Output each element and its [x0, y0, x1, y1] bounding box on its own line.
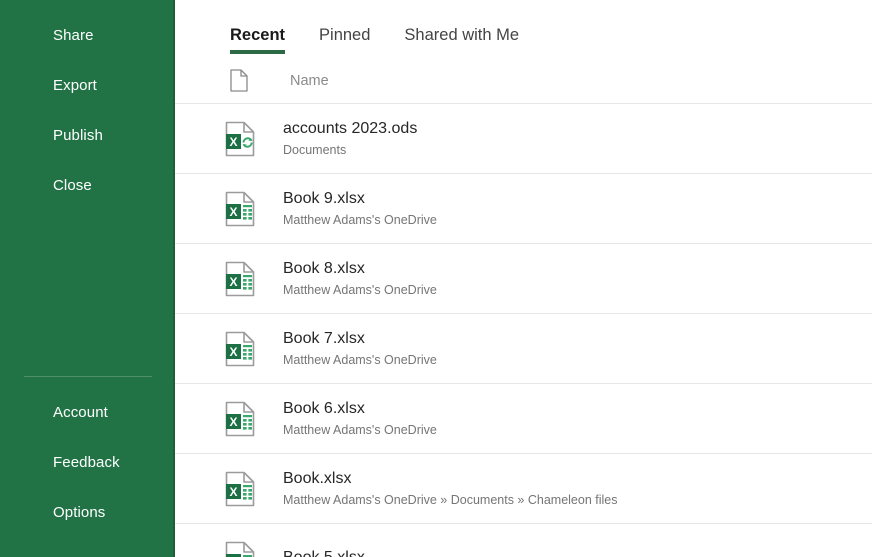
sidebar-item-label: Publish	[53, 127, 103, 144]
column-header-name[interactable]: Name	[290, 73, 329, 89]
file-path: Matthew Adams's OneDrive » Documents » C…	[283, 491, 617, 509]
xlsx-file-icon: X	[225, 261, 255, 297]
sidebar-top-nav: Share Export Publish Close	[0, 0, 173, 210]
file-row[interactable]: X Book.xlsx Matthew	[175, 454, 872, 524]
tab-recent[interactable]: Recent	[230, 26, 285, 58]
sidebar-item-feedback[interactable]: Feedback	[0, 437, 173, 487]
sidebar-item-label: Options	[53, 504, 105, 521]
sidebar-item-label: Close	[53, 177, 92, 194]
sidebar-item-options[interactable]: Options	[0, 487, 173, 537]
file-list: X accounts 2023.ods Documents	[175, 104, 872, 557]
svg-text:X: X	[229, 345, 237, 359]
tab-label: Recent	[230, 26, 285, 44]
file-info: Book 5.xlsx	[283, 547, 365, 557]
sidebar-bottom-nav: Account Feedback Options	[0, 387, 173, 537]
ods-file-icon: X	[225, 121, 255, 157]
svg-text:X: X	[229, 205, 237, 219]
recent-files-panel: Recent Pinned Shared with Me Name	[175, 0, 872, 557]
file-row[interactable]: X Book 9.xlsx Matthe	[175, 174, 872, 244]
file-info: Book 6.xlsx Matthew Adams's OneDrive	[283, 398, 437, 439]
xlsx-file-icon: X	[225, 471, 255, 507]
file-path: Matthew Adams's OneDrive	[283, 281, 437, 299]
file-info: Book 9.xlsx Matthew Adams's OneDrive	[283, 188, 437, 229]
file-info: accounts 2023.ods Documents	[283, 118, 417, 159]
file-info: Book.xlsx Matthew Adams's OneDrive » Doc…	[283, 468, 617, 509]
svg-text:X: X	[229, 275, 237, 289]
tab-active-indicator	[230, 50, 285, 54]
xlsx-file-icon: X	[225, 401, 255, 437]
backstage-view: Share Export Publish Close Account Feedb…	[0, 0, 872, 557]
file-path: Matthew Adams's OneDrive	[283, 351, 437, 369]
sidebar-item-label: Export	[53, 77, 97, 94]
sidebar: Share Export Publish Close Account Feedb…	[0, 0, 175, 557]
file-name: Book 5.xlsx	[283, 547, 365, 557]
sidebar-item-account[interactable]: Account	[0, 387, 173, 437]
xlsx-file-icon: X	[225, 541, 255, 557]
file-path: Matthew Adams's OneDrive	[283, 421, 437, 439]
svg-text:X: X	[229, 485, 237, 499]
file-row[interactable]: X Book 8.xlsx Matthe	[175, 244, 872, 314]
svg-text:X: X	[229, 415, 237, 429]
file-row[interactable]: X Book 7.xlsx Matthe	[175, 314, 872, 384]
document-icon	[230, 69, 248, 92]
file-name: Book.xlsx	[283, 468, 617, 489]
file-row[interactable]: X Book 6.xlsx Matthe	[175, 384, 872, 454]
file-info: Book 8.xlsx Matthew Adams's OneDrive	[283, 258, 437, 299]
tab-shared-with-me[interactable]: Shared with Me	[404, 26, 519, 58]
tab-bar: Recent Pinned Shared with Me	[175, 0, 872, 58]
file-path: Documents	[283, 141, 417, 159]
file-name: accounts 2023.ods	[283, 118, 417, 139]
sidebar-item-publish[interactable]: Publish	[0, 110, 173, 160]
xlsx-file-icon: X	[225, 191, 255, 227]
tab-label: Pinned	[319, 26, 370, 44]
file-row[interactable]: X accounts 2023.ods Documents	[175, 104, 872, 174]
file-name: Book 7.xlsx	[283, 328, 437, 349]
sidebar-item-label: Feedback	[53, 454, 120, 471]
xlsx-file-icon: X	[225, 331, 255, 367]
sidebar-item-export[interactable]: Export	[0, 60, 173, 110]
file-info: Book 7.xlsx Matthew Adams's OneDrive	[283, 328, 437, 369]
file-list-header: Name	[175, 58, 872, 104]
sidebar-divider	[24, 376, 152, 377]
file-path: Matthew Adams's OneDrive	[283, 211, 437, 229]
tab-pinned[interactable]: Pinned	[319, 26, 370, 58]
file-name: Book 9.xlsx	[283, 188, 437, 209]
sidebar-item-share[interactable]: Share	[0, 10, 173, 60]
file-row[interactable]: X Book 5.xlsx	[175, 524, 872, 557]
sidebar-item-label: Account	[53, 404, 108, 421]
sidebar-item-close[interactable]: Close	[0, 160, 173, 210]
file-name: Book 6.xlsx	[283, 398, 437, 419]
tab-label: Shared with Me	[404, 26, 519, 44]
file-name: Book 8.xlsx	[283, 258, 437, 279]
sidebar-item-label: Share	[53, 27, 94, 44]
svg-text:X: X	[229, 135, 237, 149]
